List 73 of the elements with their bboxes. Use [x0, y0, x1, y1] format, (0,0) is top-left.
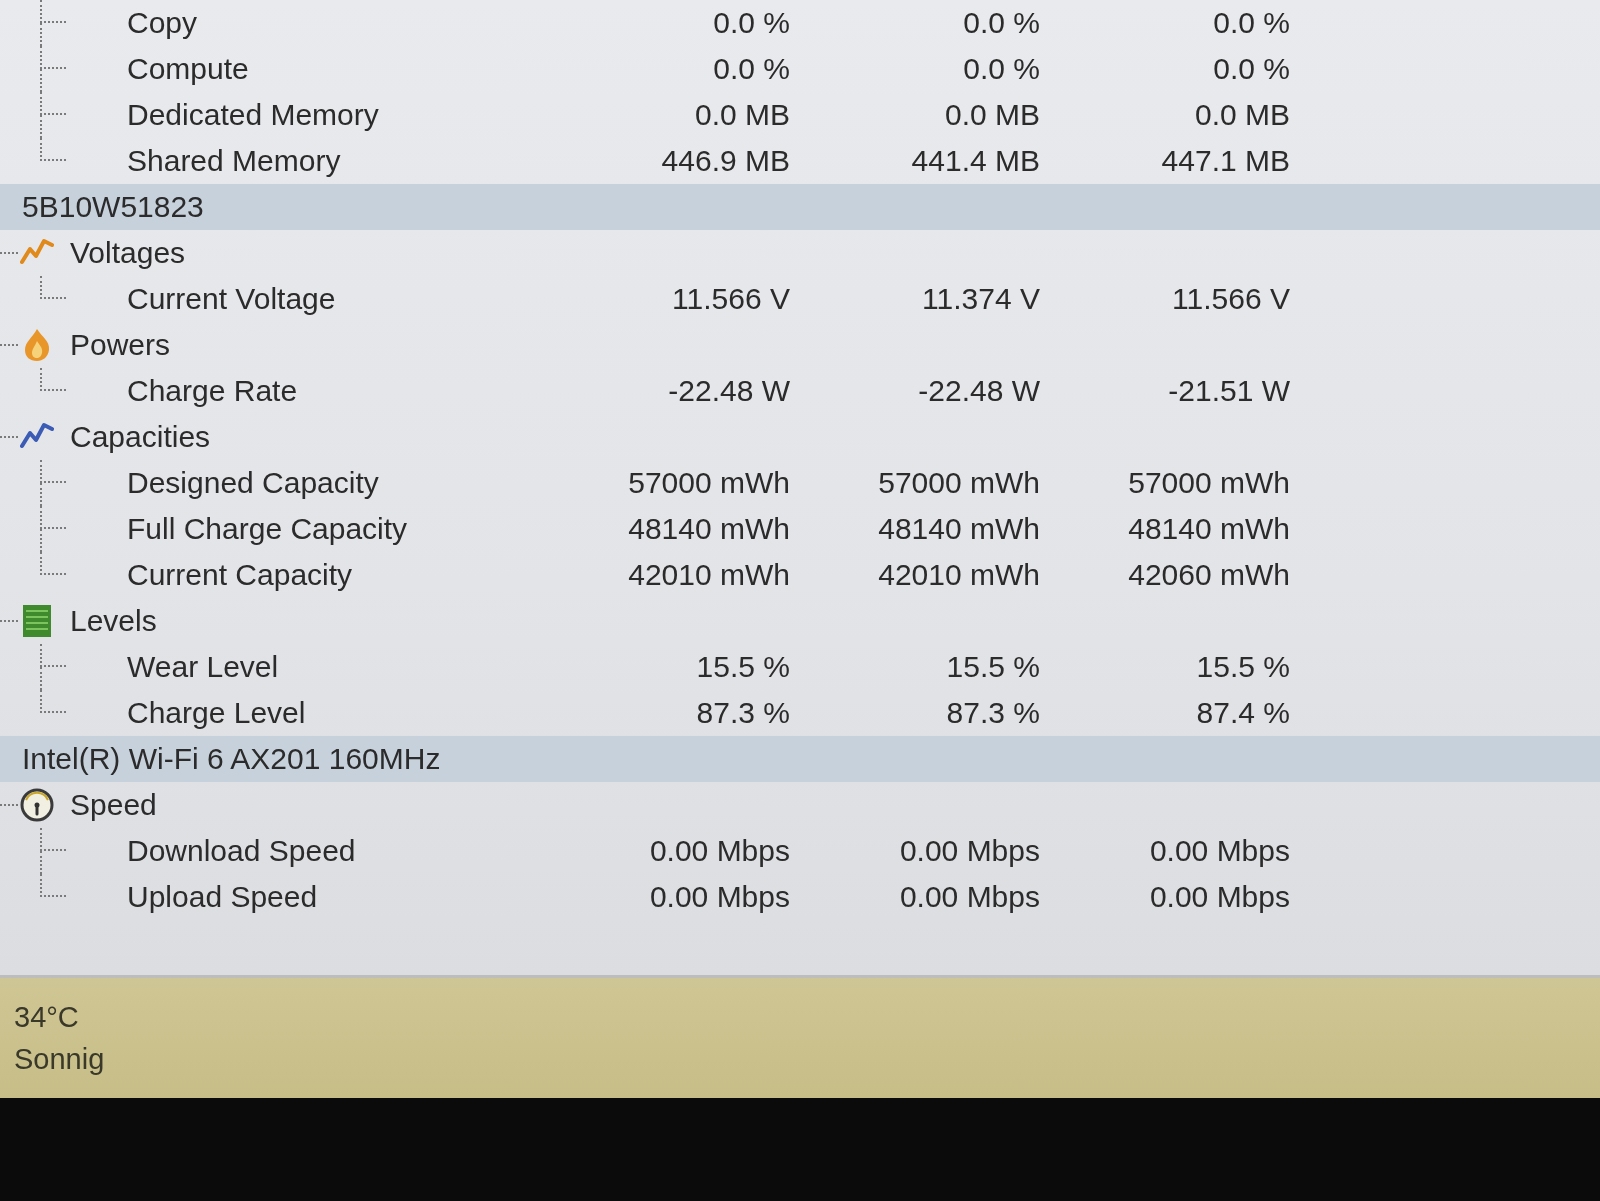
sensor-value: 0.0 %	[962, 52, 1040, 86]
sensor-value: 0.00 Mbps	[898, 880, 1040, 914]
sensor-value: 11.566 V	[1171, 282, 1290, 316]
sensor-value: 87.3 %	[945, 696, 1040, 730]
tree-connector	[40, 368, 66, 391]
sensor-label: Compute	[127, 52, 249, 86]
tree-connector	[0, 436, 18, 438]
tree-connector	[40, 0, 66, 46]
group-label: Speed	[70, 788, 157, 822]
sensor-value: 42010 mWh	[627, 558, 790, 592]
sensor-value: 15.5 %	[945, 650, 1040, 684]
sensor-value: 441.4 MB	[910, 144, 1040, 178]
sensor-value: 446.9 MB	[660, 144, 790, 178]
sensor-value: 0.00 Mbps	[898, 834, 1040, 868]
sensor-value: -21.51 W	[1167, 374, 1290, 408]
tree-connector	[0, 620, 18, 622]
gauge-icon	[20, 788, 54, 822]
tree-connector	[0, 252, 18, 254]
sensor-label: Designed Capacity	[127, 466, 379, 500]
sensor-value: 48140 mWh	[627, 512, 790, 546]
sensor-label: Wear Level	[127, 650, 279, 684]
tree-connector	[0, 344, 18, 346]
sensor-value: 0.00 Mbps	[1148, 834, 1290, 868]
sensor-value: 42060 mWh	[1127, 558, 1290, 592]
sensor-value: 0.0 %	[1212, 6, 1290, 40]
sensor-label: Charge Rate	[127, 374, 298, 408]
tree-connector	[0, 804, 18, 806]
sensor-value: -22.48 W	[667, 374, 790, 408]
sensor-value: 0.00 Mbps	[1148, 880, 1290, 914]
sensor-value: 0.0 %	[1212, 52, 1290, 86]
sensor-value: 42010 mWh	[877, 558, 1040, 592]
sensor-value: 11.374 V	[921, 282, 1040, 316]
sensor-value: 87.3 %	[695, 696, 790, 730]
sensor-value: 11.566 V	[671, 282, 790, 316]
sensor-value: 15.5 %	[1195, 650, 1290, 684]
sensor-label: Charge Level	[127, 696, 306, 730]
sensor-value: 0.0 %	[962, 6, 1040, 40]
sensor-value: 87.4 %	[1195, 696, 1290, 730]
sensor-value: 48140 mWh	[1127, 512, 1290, 546]
sensor-value: 57000 mWh	[627, 466, 790, 500]
sensor-value: 0.0 %	[712, 6, 790, 40]
sensor-label: Upload Speed	[127, 880, 318, 914]
sensor-value: 0.00 Mbps	[648, 880, 790, 914]
group-label: Capacities	[70, 420, 211, 454]
sensor-label: Download Speed	[127, 834, 356, 868]
level-bars-icon	[20, 604, 54, 638]
sensor-value: 0.0 MB	[943, 98, 1040, 132]
sensor-value: 447.1 MB	[1160, 144, 1290, 178]
sensor-value: 15.5 %	[695, 650, 790, 684]
sensor-value: 0.00 Mbps	[648, 834, 790, 868]
device-name: Intel(R) Wi-Fi 6 AX201 160MHz	[21, 742, 441, 776]
tree-connector	[40, 460, 66, 506]
tree-connector	[40, 276, 66, 299]
group-label: Voltages	[70, 236, 186, 270]
sensor-value: -22.48 W	[917, 374, 1040, 408]
sensor-value: 57000 mWh	[1127, 466, 1290, 500]
group-label: Powers	[70, 328, 171, 362]
sensor-value: 0.0 MB	[1193, 98, 1290, 132]
sensor-label: Current Capacity	[127, 558, 353, 592]
sensor-label: Current Voltage	[127, 282, 336, 316]
device-name: 5B10W51823	[21, 190, 204, 224]
sensor-label: Copy	[127, 6, 198, 40]
sensor-label: Shared Memory	[127, 144, 341, 178]
weather-condition: Sonnig	[14, 1042, 105, 1077]
sensor-value: 0.0 %	[712, 52, 790, 86]
weather-temperature: 34°C	[14, 1000, 79, 1035]
sensor-label: Full Charge Capacity	[127, 512, 408, 546]
sensor-value: 0.0 MB	[693, 98, 790, 132]
sensor-value: 57000 mWh	[877, 466, 1040, 500]
sensor-label: Dedicated Memory	[127, 98, 379, 132]
sensor-value: 48140 mWh	[877, 512, 1040, 546]
group-label: Levels	[70, 604, 157, 638]
tree-connector	[40, 46, 66, 92]
